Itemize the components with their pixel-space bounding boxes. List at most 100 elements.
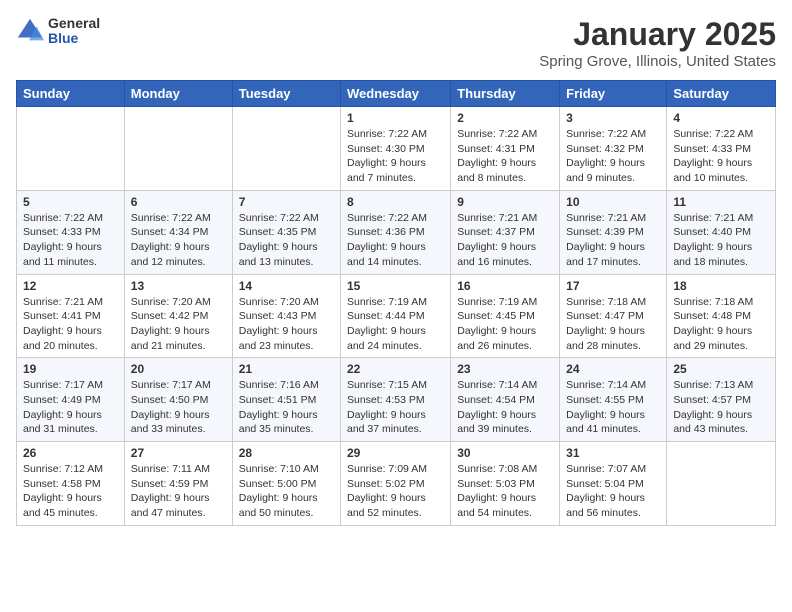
day-info: Sunrise: 7:21 AM Sunset: 4:40 PM Dayligh… [673,211,769,270]
day-number: 15 [347,279,444,293]
calendar-day-cell: 29 Sunrise: 7:09 AM Sunset: 5:02 PM Dayli… [341,442,451,526]
day-info: Sunrise: 7:12 AM Sunset: 4:58 PM Dayligh… [23,462,118,521]
weekday-header-cell: Tuesday [232,81,340,107]
day-info: Sunrise: 7:21 AM Sunset: 4:41 PM Dayligh… [23,295,118,354]
calendar-day-cell: 1Sunrise: 7:22 AM Sunset: 4:30 PM Daylig… [341,107,451,191]
calendar-day-cell: 5 Sunrise: 7:22 AM Sunset: 4:33 PM Daylig… [17,190,125,274]
logo-blue-text: Blue [48,31,100,46]
logo-general-text: General [48,16,100,31]
location-title: Spring Grove, Illinois, United States [539,53,776,70]
calendar-week-row: 5 Sunrise: 7:22 AM Sunset: 4:33 PM Daylig… [17,190,776,274]
calendar-day-cell: 11 Sunrise: 7:21 AM Sunset: 4:40 PM Dayli… [667,190,776,274]
calendar-day-cell [667,442,776,526]
day-number: 21 [239,362,334,376]
day-info: Sunrise: 7:08 AM Sunset: 5:03 PM Dayligh… [457,462,553,521]
day-info: Sunrise: 7:21 AM Sunset: 4:39 PM Dayligh… [566,211,660,270]
weekday-header-cell: Friday [560,81,667,107]
calendar-day-cell: 19 Sunrise: 7:17 AM Sunset: 4:49 PM Dayli… [17,358,125,442]
calendar-day-cell [17,107,125,191]
logo-icon [16,17,44,45]
day-number: 27 [131,446,226,460]
day-number: 25 [673,362,769,376]
day-number: 22 [347,362,444,376]
day-number: 17 [566,279,660,293]
day-number: 11 [673,195,769,209]
day-info: Sunrise: 7:21 AM Sunset: 4:37 PM Dayligh… [457,211,553,270]
day-info: Sunrise: 7:17 AM Sunset: 4:49 PM Dayligh… [23,378,118,437]
day-number: 12 [23,279,118,293]
day-number: 29 [347,446,444,460]
day-number: 8 [347,195,444,209]
day-info: Sunrise: 7:22 AM Sunset: 4:31 PM Dayligh… [457,127,553,186]
weekday-header-cell: Saturday [667,81,776,107]
day-info: Sunrise: 7:15 AM Sunset: 4:53 PM Dayligh… [347,378,444,437]
day-info: Sunrise: 7:22 AM Sunset: 4:33 PM Dayligh… [23,211,118,270]
day-info: Sunrise: 7:22 AM Sunset: 4:34 PM Dayligh… [131,211,226,270]
calendar-day-cell: 26 Sunrise: 7:12 AM Sunset: 4:58 PM Dayli… [17,442,125,526]
calendar-day-cell: 4 Sunrise: 7:22 AM Sunset: 4:33 PM Daylig… [667,107,776,191]
calendar-week-row: 12 Sunrise: 7:21 AM Sunset: 4:41 PM Dayli… [17,274,776,358]
calendar-day-cell: 8 Sunrise: 7:22 AM Sunset: 4:36 PM Daylig… [341,190,451,274]
calendar-day-cell: 7 Sunrise: 7:22 AM Sunset: 4:35 PM Daylig… [232,190,340,274]
calendar-body: 1Sunrise: 7:22 AM Sunset: 4:30 PM Daylig… [17,107,776,526]
day-number: 30 [457,446,553,460]
calendar-day-cell: 16Sunrise: 7:19 AM Sunset: 4:45 PM Dayli… [451,274,560,358]
calendar-day-cell [232,107,340,191]
calendar-day-cell: 14Sunrise: 7:20 AM Sunset: 4:43 PM Dayli… [232,274,340,358]
day-info: Sunrise: 7:11 AM Sunset: 4:59 PM Dayligh… [131,462,226,521]
weekday-header-cell: Sunday [17,81,125,107]
day-info: Sunrise: 7:18 AM Sunset: 4:48 PM Dayligh… [673,295,769,354]
title-area: January 2025 Spring Grove, Illinois, Uni… [539,16,776,70]
day-info: Sunrise: 7:07 AM Sunset: 5:04 PM Dayligh… [566,462,660,521]
calendar-day-cell: 10 Sunrise: 7:21 AM Sunset: 4:39 PM Dayli… [560,190,667,274]
day-number: 7 [239,195,334,209]
weekday-header-cell: Monday [124,81,232,107]
calendar-day-cell: 3 Sunrise: 7:22 AM Sunset: 4:32 PM Daylig… [560,107,667,191]
calendar-day-cell: 17 Sunrise: 7:18 AM Sunset: 4:47 PM Dayli… [560,274,667,358]
calendar-week-row: 1Sunrise: 7:22 AM Sunset: 4:30 PM Daylig… [17,107,776,191]
month-title: January 2025 [539,16,776,53]
calendar-day-cell: 28Sunrise: 7:10 AM Sunset: 5:00 PM Dayli… [232,442,340,526]
calendar-day-cell: 13Sunrise: 7:20 AM Sunset: 4:42 PM Dayli… [124,274,232,358]
calendar-day-cell: 2Sunrise: 7:22 AM Sunset: 4:31 PM Daylig… [451,107,560,191]
calendar-day-cell: 30 Sunrise: 7:08 AM Sunset: 5:03 PM Dayli… [451,442,560,526]
calendar-week-row: 26 Sunrise: 7:12 AM Sunset: 4:58 PM Dayli… [17,442,776,526]
calendar-day-cell: 27 Sunrise: 7:11 AM Sunset: 4:59 PM Dayli… [124,442,232,526]
day-info: Sunrise: 7:22 AM Sunset: 4:32 PM Dayligh… [566,127,660,186]
day-info: Sunrise: 7:16 AM Sunset: 4:51 PM Dayligh… [239,378,334,437]
day-info: Sunrise: 7:22 AM Sunset: 4:35 PM Dayligh… [239,211,334,270]
logo: General Blue [16,16,100,47]
day-info: Sunrise: 7:09 AM Sunset: 5:02 PM Dayligh… [347,462,444,521]
day-number: 23 [457,362,553,376]
day-info: Sunrise: 7:18 AM Sunset: 4:47 PM Dayligh… [566,295,660,354]
day-number: 6 [131,195,226,209]
day-number: 3 [566,111,660,125]
calendar-day-cell: 23 Sunrise: 7:14 AM Sunset: 4:54 PM Dayli… [451,358,560,442]
calendar-week-row: 19 Sunrise: 7:17 AM Sunset: 4:49 PM Dayli… [17,358,776,442]
calendar-day-cell: 21 Sunrise: 7:16 AM Sunset: 4:51 PM Dayli… [232,358,340,442]
calendar-day-cell: 9 Sunrise: 7:21 AM Sunset: 4:37 PM Daylig… [451,190,560,274]
day-number: 18 [673,279,769,293]
day-number: 26 [23,446,118,460]
day-info: Sunrise: 7:20 AM Sunset: 4:42 PM Dayligh… [131,295,226,354]
weekday-header-cell: Wednesday [341,81,451,107]
day-info: Sunrise: 7:14 AM Sunset: 4:55 PM Dayligh… [566,378,660,437]
day-info: Sunrise: 7:17 AM Sunset: 4:50 PM Dayligh… [131,378,226,437]
day-info: Sunrise: 7:14 AM Sunset: 4:54 PM Dayligh… [457,378,553,437]
day-number: 28 [239,446,334,460]
day-info: Sunrise: 7:22 AM Sunset: 4:33 PM Dayligh… [673,127,769,186]
calendar-day-cell: 24Sunrise: 7:14 AM Sunset: 4:55 PM Dayli… [560,358,667,442]
calendar-day-cell: 18 Sunrise: 7:18 AM Sunset: 4:48 PM Dayli… [667,274,776,358]
calendar-day-cell: 12 Sunrise: 7:21 AM Sunset: 4:41 PM Dayli… [17,274,125,358]
day-info: Sunrise: 7:13 AM Sunset: 4:57 PM Dayligh… [673,378,769,437]
day-number: 16 [457,279,553,293]
day-info: Sunrise: 7:19 AM Sunset: 4:44 PM Dayligh… [347,295,444,354]
day-number: 5 [23,195,118,209]
day-number: 4 [673,111,769,125]
day-number: 19 [23,362,118,376]
day-info: Sunrise: 7:22 AM Sunset: 4:36 PM Dayligh… [347,211,444,270]
day-number: 10 [566,195,660,209]
day-number: 9 [457,195,553,209]
calendar-day-cell: 15 Sunrise: 7:19 AM Sunset: 4:44 PM Dayli… [341,274,451,358]
weekday-header-cell: Thursday [451,81,560,107]
